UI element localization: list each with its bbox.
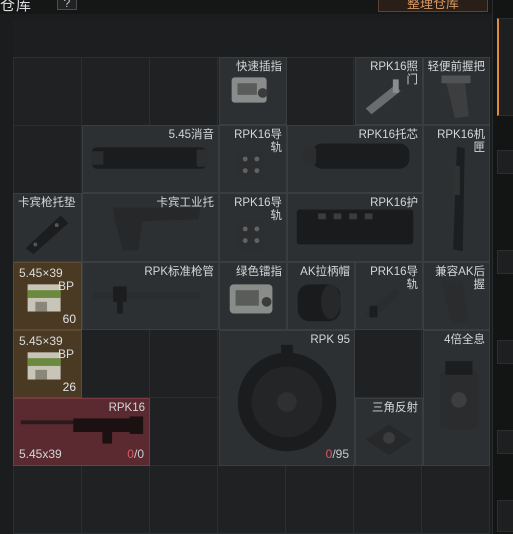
ammo-max: /95	[332, 447, 349, 461]
item-suppressor[interactable]: 5.45消音	[82, 125, 219, 193]
item-ammo-1[interactable]: 5.45×39 BP 60	[13, 262, 82, 330]
item-rpk-barrel[interactable]: RPK标准枪管	[82, 262, 219, 330]
sidebar-tab[interactable]	[497, 340, 513, 364]
right-sidebar	[492, 0, 513, 534]
ammo-caliber: 5.45×39	[19, 334, 63, 348]
item-label: RPK16托芯	[358, 129, 418, 141]
ammo-count: 26	[62, 380, 76, 394]
item-label: RPK16照门	[370, 61, 418, 86]
top-bar: 仓库 ? 整理仓库	[0, 0, 513, 14]
sidebar-tab[interactable]	[497, 500, 513, 532]
item-ak-cap[interactable]: AK拉柄帽	[287, 262, 355, 330]
magazine-ammo: 0/95	[326, 447, 349, 461]
warehouse-title: 仓库	[0, 0, 33, 14]
drum-magazine-icon	[237, 344, 337, 452]
item-carbine-stock[interactable]: 卡宾工业托	[82, 193, 219, 262]
ammo-type: BP	[58, 347, 75, 361]
item-rpk16-rail2[interactable]: RPK16导轨	[219, 193, 287, 262]
item-scope-4x[interactable]: 4倍全息	[423, 330, 490, 466]
sidebar-tab[interactable]	[497, 430, 513, 454]
item-label: RPK16	[108, 402, 145, 414]
item-label: 三角反射	[372, 402, 418, 414]
item-carbine-pad[interactable]: 卡宾枪托垫	[13, 193, 82, 262]
item-label: RPK16护	[370, 197, 418, 209]
item-rpk16-stock-core[interactable]: RPK16托芯	[287, 125, 423, 193]
ammo-current: 0	[127, 447, 134, 461]
sort-button[interactable]: 整理仓库	[378, 0, 488, 12]
item-label: RPK16导轨	[234, 197, 282, 222]
item-rpk16-receiver[interactable]: RPK16机匣	[423, 125, 490, 262]
sidebar-tab[interactable]	[497, 150, 513, 174]
item-label: 快速插指	[236, 61, 282, 73]
item-rpk95-drum[interactable]: RPK 95 0/95	[219, 330, 355, 466]
item-label: AK拉柄帽	[300, 266, 350, 278]
item-label: RPK16机匣	[437, 129, 485, 154]
item-green-laser[interactable]: 绿色镭指	[219, 262, 287, 330]
item-label: 绿色镭指	[236, 266, 282, 278]
sidebar-tab-active[interactable]	[497, 18, 513, 116]
item-label: 5.45消音	[168, 129, 214, 141]
item-label: 兼容AK后握	[435, 266, 485, 291]
grid-header-row	[13, 20, 490, 58]
item-label: 轻便前握把	[427, 61, 486, 73]
item-rpk16-handguard[interactable]: RPK16护	[287, 193, 423, 262]
item-label: PRK16导轨	[370, 266, 418, 291]
item-quick-switch[interactable]: 快速插指	[219, 57, 287, 125]
ammo-max: /0	[133, 447, 144, 461]
item-rpk16-gun[interactable]: RPK16 5.45x39 0/0	[13, 398, 150, 466]
ammo-count: 60	[62, 312, 76, 326]
item-label: 4倍全息	[444, 334, 485, 346]
item-prk16-rail[interactable]: PRK16导轨	[355, 262, 423, 330]
item-reflex-sight[interactable]: 三角反射	[355, 398, 423, 466]
rifle-ammo: 0/0	[127, 447, 144, 461]
item-label: RPK标准枪管	[144, 266, 214, 278]
item-rpk16-sight[interactable]: RPK16照门	[355, 57, 423, 125]
item-rpk16-rail1[interactable]: RPK16导轨	[219, 125, 287, 193]
rifle-caliber: 5.45x39	[19, 447, 62, 461]
item-label: 卡宾枪托垫	[18, 197, 76, 209]
item-label: RPK 95	[310, 334, 350, 346]
item-ammo-2[interactable]: 5.45×39 BP 26	[13, 330, 82, 398]
holo-scope-icon	[439, 361, 479, 430]
ammo-type: BP	[58, 279, 75, 293]
help-button[interactable]: ?	[57, 0, 77, 10]
item-light-grip[interactable]: 轻便前握把	[423, 57, 490, 125]
item-ak-grip[interactable]: 兼容AK后握	[423, 262, 490, 330]
item-label: 卡宾工业托	[156, 197, 215, 209]
sidebar-tab[interactable]	[497, 250, 513, 274]
item-label: RPK16导轨	[234, 129, 282, 154]
ammo-caliber: 5.45×39	[19, 266, 63, 280]
